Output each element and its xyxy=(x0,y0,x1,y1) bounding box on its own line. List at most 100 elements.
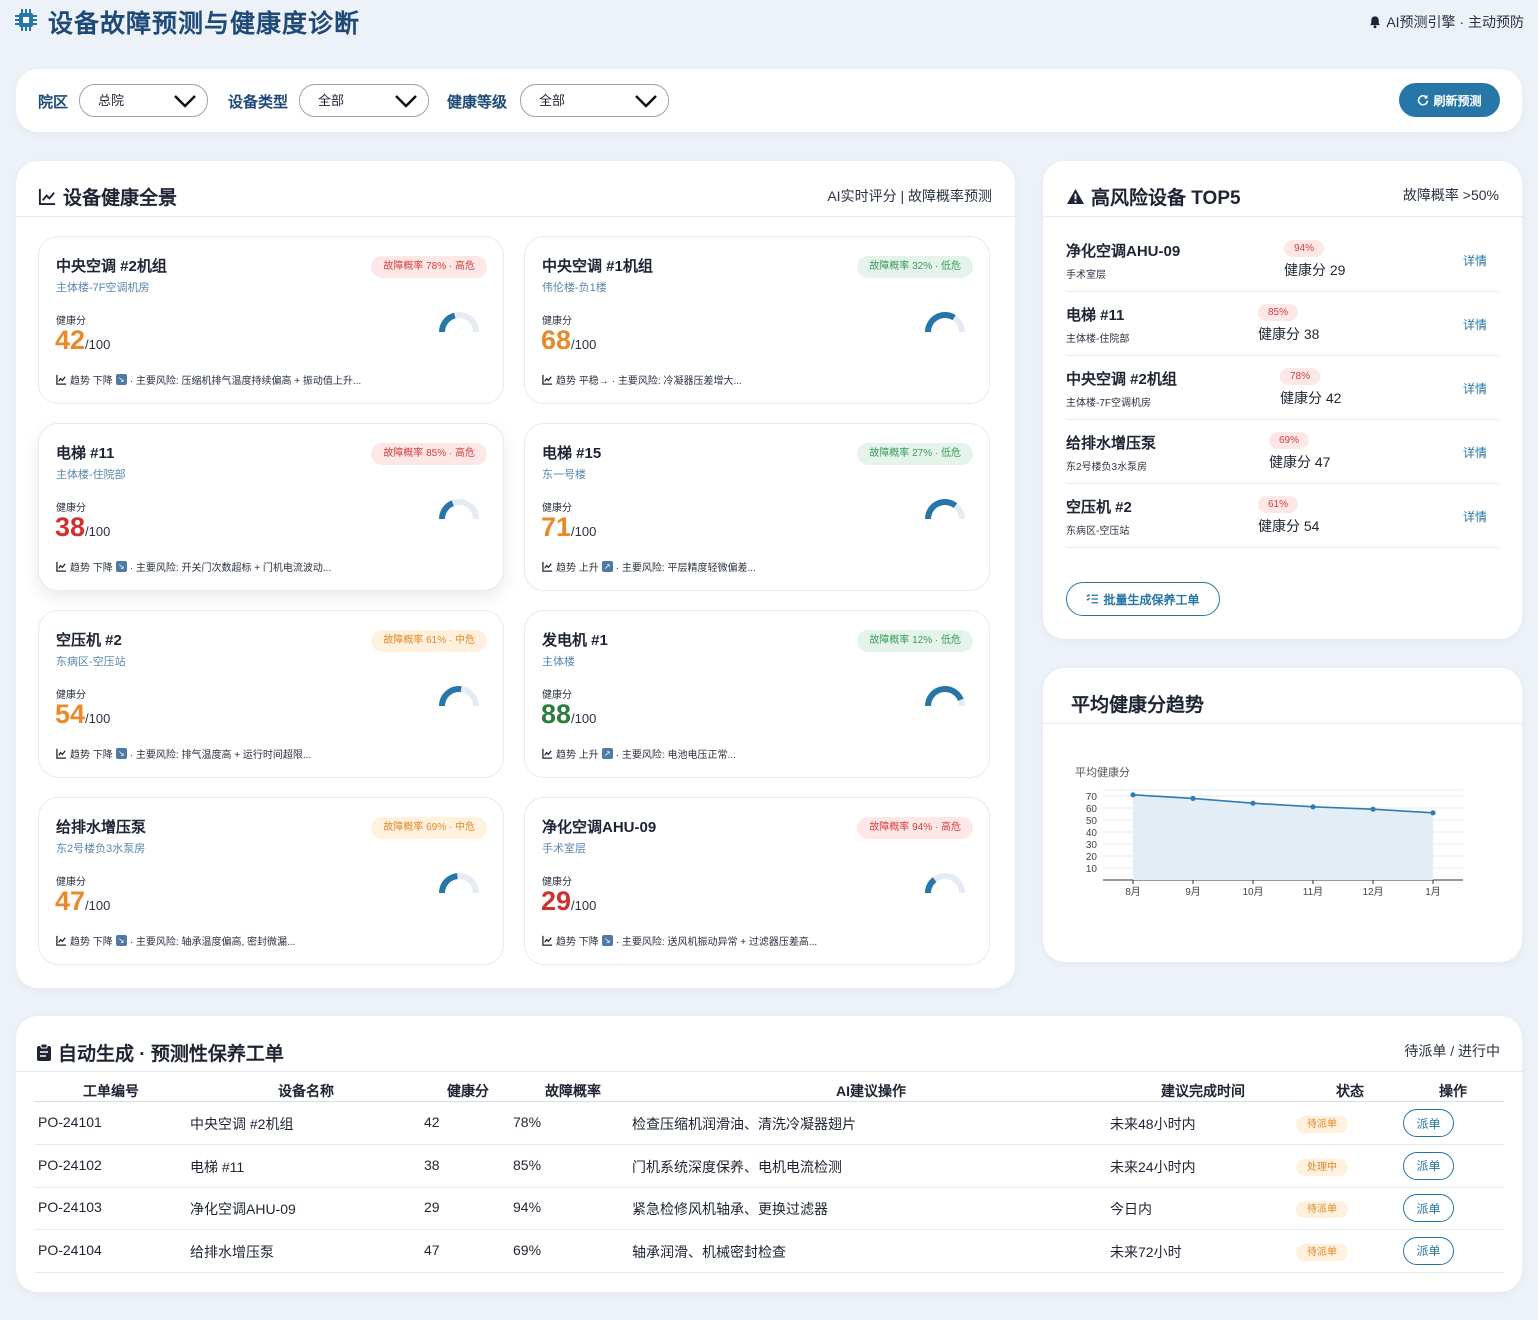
cell-score: 47 xyxy=(424,1241,440,1258)
table-row: PO-24103 净化空调AHU-09 29 94% 紧急检修风机轴承、更换过滤器 今日内… xyxy=(34,1187,1504,1230)
overview-title: 设备健康全景 xyxy=(38,183,177,210)
device-card[interactable]: 净化空调AHU-09 手术室层 故障概率 94% · 高危 健康分 29/100 趋势 下… xyxy=(524,797,990,965)
trend-direction: 趋势 平稳→ xyxy=(556,376,609,387)
table-header-cell: AI建议操作 xyxy=(836,1083,906,1099)
health-score-suffix: /100 xyxy=(85,337,111,352)
trend-line: 趋势 下降 ↘ · 主要风险: 送风机振动异常 + 过滤器压差高... xyxy=(542,933,817,948)
device-card[interactable]: 中央空调 #1机组 伟伦楼-负1楼 故障概率 32% · 低危 健康分 68/100 趋势… xyxy=(524,236,990,404)
x-tick-label: 8月 xyxy=(1125,886,1141,898)
cell-device: 净化空调AHU-09 xyxy=(190,1201,296,1217)
device-card[interactable]: 电梯 #11 主体楼-住院部 故障概率 85% · 高危 健康分 38/100 趋势 下降… xyxy=(38,423,504,591)
type-select[interactable]: 全部 xyxy=(299,84,429,117)
risk-badge: 故障概率 85% · 高危 xyxy=(371,443,487,465)
trend-panel: 平均健康分趋势 平均健康分 10 20 30 40 50 60 70 8月 9月 10月 11月 12月… xyxy=(1043,668,1522,962)
health-score-value: 29 xyxy=(541,886,572,916)
orders-title: 自动生成 · 预测性保养工单 xyxy=(36,1039,284,1066)
cell-score: 38 xyxy=(424,1156,440,1173)
orders-subtitle: 待派单 / 进行中 xyxy=(1404,1043,1500,1059)
risk-item[interactable]: 净化空调AHU-09 手术室层 94% 健康分 29 详情 xyxy=(1066,228,1499,292)
failure-probability-badge: 85% xyxy=(1258,304,1299,321)
detail-link[interactable]: 详情 xyxy=(1463,316,1487,333)
trend-down-icon: ↘ xyxy=(115,374,127,385)
health-score-suffix: /100 xyxy=(571,524,597,539)
risk-divider xyxy=(1043,216,1522,217)
detail-link[interactable]: 详情 xyxy=(1463,380,1487,397)
x-tick-label: 12月 xyxy=(1362,886,1383,898)
table-row: PO-24102 电梯 #11 38 85% 门机系统深度保养、电机电流检测 未来24小时… xyxy=(34,1145,1504,1188)
health-gauge xyxy=(925,686,965,707)
device-name: 净化空调AHU-09 xyxy=(542,819,657,836)
risk-item[interactable]: 中央空调 #2机组 主体楼-7F空调机房 78% 健康分 42 详情 xyxy=(1066,356,1499,420)
batch-work-order-button[interactable]: 批量生成保养工单 xyxy=(1066,582,1220,616)
cell-id: PO-24104 xyxy=(38,1241,102,1258)
health-score: 29/100 xyxy=(541,886,596,917)
device-name: 中央空调 #2机组 xyxy=(56,258,167,275)
trend-line: 趋势 上升 ↗ · 主要风险: 电池电压正常... xyxy=(542,746,736,761)
level-select-value: 全部 xyxy=(539,93,566,108)
health-score-value: 54 xyxy=(55,699,86,729)
gauge-fill xyxy=(439,312,456,333)
risk-device-location: 主体楼-住院部 xyxy=(1066,334,1130,345)
cell-score: 42 xyxy=(424,1114,440,1130)
y-tick-label: 60 xyxy=(1086,804,1098,815)
dispatch-button[interactable]: 派单 xyxy=(1403,1109,1454,1137)
campus-select-value: 总院 xyxy=(98,93,125,108)
clipboard-icon xyxy=(37,1043,51,1061)
health-gauge xyxy=(439,873,479,894)
risk-item[interactable]: 给排水增压泵 东2号楼负3水泵房 69% 健康分 47 详情 xyxy=(1066,420,1499,484)
table-header-cell: 工单编号 xyxy=(83,1083,139,1099)
device-card[interactable]: 发电机 #1 主体楼 故障概率 12% · 低危 健康分 88/100 趋势 上升 ↗ · 主… xyxy=(524,610,990,778)
dispatch-button[interactable]: 派单 xyxy=(1403,1236,1454,1265)
failure-probability-badge: 94% xyxy=(1284,240,1325,257)
risk-item[interactable]: 电梯 #11 主体楼-住院部 85% 健康分 38 详情 xyxy=(1066,292,1499,356)
data-point xyxy=(1370,806,1376,812)
x-tick-label: 10月 xyxy=(1242,886,1263,898)
risk-device-name: 给排水增压泵 xyxy=(1066,435,1157,452)
batch-work-order-label: 批量生成保养工单 xyxy=(1103,592,1200,607)
main-risk-text: · 主要风险: 冷凝器压差增大... xyxy=(611,376,742,387)
main-risk-text: · 主要风险: 平层精度轻微偏差... xyxy=(615,563,756,574)
page-title: 设备故障预测与健康度诊断 xyxy=(48,10,361,38)
table-row: PO-24101 中央空调 #2机组 42 78% 检查压缩机润滑油、清洗冷凝器翅片 未来… xyxy=(34,1102,1504,1145)
dispatch-button[interactable]: 派单 xyxy=(1403,1194,1454,1222)
device-location: 主体楼-7F空调机房 xyxy=(56,282,150,294)
table-row: PO-24104 给排水增压泵 47 69% 轴承润滑、机械密封检查 未来72小时 待派单 派… xyxy=(34,1230,1504,1273)
risk-item[interactable]: 空压机 #2 东病区-空压站 61% 健康分 54 详情 xyxy=(1066,484,1499,548)
campus-select[interactable]: 总院 xyxy=(79,84,208,117)
device-location: 东2号楼负3水泵房 xyxy=(56,843,146,855)
y-tick-label: 70 xyxy=(1086,792,1098,803)
device-card[interactable]: 中央空调 #2机组 主体楼-7F空调机房 故障概率 78% · 高危 健康分 42/10… xyxy=(38,236,504,404)
trend-chart-icon xyxy=(56,935,67,946)
chevron-down-icon xyxy=(635,95,657,108)
level-select[interactable]: 全部 xyxy=(520,84,669,117)
trend-chart-icon xyxy=(56,748,67,759)
chevron-down-icon xyxy=(395,95,417,108)
detail-link[interactable]: 详情 xyxy=(1463,252,1487,269)
x-tick-label: 11月 xyxy=(1303,886,1323,898)
detail-link[interactable]: 详情 xyxy=(1463,444,1487,461)
table-header-cell: 健康分 xyxy=(447,1083,489,1099)
x-tick-label: 9月 xyxy=(1185,886,1201,898)
trend-chart-icon xyxy=(542,561,553,572)
device-card[interactable]: 空压机 #2 东病区-空压站 故障概率 61% · 中危 健康分 54/100 趋势 下降… xyxy=(38,610,504,778)
data-point xyxy=(1430,810,1436,816)
device-card[interactable]: 电梯 #15 东一号楼 故障概率 27% · 低危 健康分 71/100 趋势 上升 ↗ · … xyxy=(524,423,990,591)
cell-id: PO-24103 xyxy=(38,1199,102,1215)
trend-chart-icon xyxy=(56,374,67,385)
refresh-button[interactable]: 刷新预测 xyxy=(1399,83,1500,117)
type-label: 设备类型 xyxy=(228,94,289,111)
trend-chart-icon xyxy=(542,935,553,946)
trend-line: 趋势 上升 ↗ · 主要风险: 平层精度轻微偏差... xyxy=(542,559,756,574)
device-name: 发电机 #1 xyxy=(542,632,608,649)
cell-action: 门机系统深度保养、电机电流检测 xyxy=(632,1158,842,1175)
trend-up-icon: ↗ xyxy=(601,561,613,572)
gauge-fill xyxy=(439,500,455,520)
overview-divider xyxy=(16,216,1015,217)
detail-link[interactable]: 详情 xyxy=(1463,508,1487,525)
health-overview-panel: 设备健康全景 AI实时评分 | 故障概率预测 中央空调 #2机组 主体楼-7F空调… xyxy=(16,161,1015,988)
health-score-value: 42 xyxy=(55,325,86,355)
main-risk-text: · 主要风险: 轴承温度偏高, 密封微漏... xyxy=(129,937,296,948)
device-card[interactable]: 给排水增压泵 东2号楼负3水泵房 故障概率 69% · 中危 健康分 47/100 趋势 … xyxy=(38,797,504,965)
dispatch-button[interactable]: 派单 xyxy=(1403,1151,1454,1180)
main-risk-text: · 主要风险: 排气温度高 + 运行时间超限... xyxy=(129,750,312,761)
